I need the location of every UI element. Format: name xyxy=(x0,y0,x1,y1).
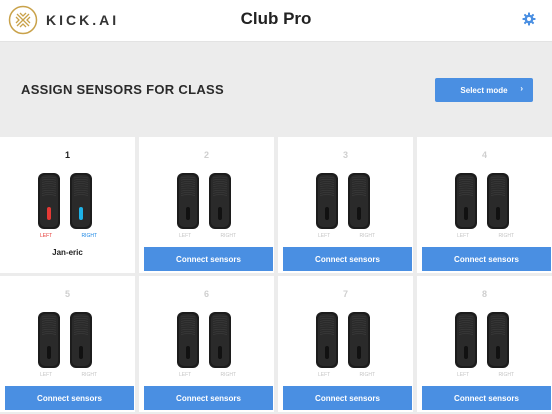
sensor-slot-8[interactable]: 8 LEFT RIGHT Connect sensors xyxy=(417,276,552,412)
right-sensor-icon xyxy=(70,312,92,368)
page-title: Club Pro xyxy=(240,9,312,28)
slot-number: 6 xyxy=(203,289,209,299)
sensor-labels: LEFT RIGHT xyxy=(174,233,238,241)
right-sensor-icon xyxy=(348,312,370,368)
sensor-slot-grid: 1 LEFT RIGHT Jan-eric 2 LEFT RIGHT Connect sens… xyxy=(0,137,552,414)
gear-icon[interactable] xyxy=(522,12,536,26)
left-sensor-icon xyxy=(455,173,477,229)
left-sensor-icon xyxy=(455,312,477,368)
sensor-labels: LEFT RIGHT xyxy=(313,372,377,380)
sensor-pair xyxy=(176,312,236,368)
right-sensor-icon xyxy=(487,312,509,368)
left-sensor-label: LEFT xyxy=(179,372,192,378)
right-sensor-label: RIGHT xyxy=(498,372,514,378)
sensor-labels: LEFT RIGHT xyxy=(452,372,516,380)
left-sensor-label: LEFT xyxy=(318,372,331,378)
sensor-slot-6[interactable]: 6 LEFT RIGHT Connect sensors xyxy=(139,276,274,412)
right-sensor-label: RIGHT xyxy=(220,233,236,239)
sensor-pair xyxy=(454,312,514,368)
sensor-pair xyxy=(315,312,375,368)
sensor-labels: LEFT RIGHT xyxy=(35,233,99,241)
assigned-user-name: Jan-eric xyxy=(52,248,83,257)
connect-sensors-button[interactable]: Connect sensors xyxy=(422,386,551,410)
sensor-slot-3[interactable]: 3 LEFT RIGHT Connect sensors xyxy=(278,137,413,273)
right-sensor-icon xyxy=(348,173,370,229)
sensor-labels: LEFT RIGHT xyxy=(452,233,516,241)
connect-sensors-button[interactable]: Connect sensors xyxy=(144,247,273,271)
right-sensor-label: RIGHT xyxy=(498,233,514,239)
left-sensor-icon xyxy=(38,312,60,368)
select-mode-button[interactable]: Select mode › xyxy=(435,78,533,102)
right-sensor-icon xyxy=(487,173,509,229)
sensor-pair xyxy=(454,173,514,229)
left-sensor-icon xyxy=(177,173,199,229)
sensor-slot-1[interactable]: 1 LEFT RIGHT Jan-eric xyxy=(0,137,135,273)
sensor-pair xyxy=(37,312,97,368)
sensor-slot-7[interactable]: 7 LEFT RIGHT Connect sensors xyxy=(278,276,413,412)
connect-sensors-button[interactable]: Connect sensors xyxy=(144,386,273,410)
app-header: KICK.AI Club Pro xyxy=(0,0,552,42)
slot-number: 2 xyxy=(203,150,209,160)
connect-sensors-button[interactable]: Connect sensors xyxy=(5,386,134,410)
sensor-labels: LEFT RIGHT xyxy=(313,233,377,241)
sensor-pair xyxy=(315,173,375,229)
left-sensor-label: LEFT xyxy=(318,233,331,239)
slot-number: 3 xyxy=(342,150,348,160)
sensor-pair xyxy=(37,173,97,229)
banner-title: ASSIGN SENSORS FOR CLASS xyxy=(21,82,224,97)
left-sensor-icon xyxy=(38,173,60,229)
right-sensor-label: RIGHT xyxy=(220,372,236,378)
chevron-right-icon: › xyxy=(520,84,523,93)
left-sensor-icon xyxy=(316,312,338,368)
right-sensor-label: RIGHT xyxy=(81,233,97,239)
assign-banner: ASSIGN SENSORS FOR CLASS Select mode › xyxy=(0,42,552,137)
right-sensor-icon xyxy=(70,173,92,229)
sensor-slot-2[interactable]: 2 LEFT RIGHT Connect sensors xyxy=(139,137,274,273)
left-sensor-icon xyxy=(177,312,199,368)
right-sensor-icon xyxy=(209,312,231,368)
slot-number: 8 xyxy=(481,289,487,299)
left-sensor-icon xyxy=(316,173,338,229)
right-sensor-label: RIGHT xyxy=(359,233,375,239)
sensor-slot-5[interactable]: 5 LEFT RIGHT Connect sensors xyxy=(0,276,135,412)
connect-sensors-button[interactable]: Connect sensors xyxy=(283,247,412,271)
connect-sensors-button[interactable]: Connect sensors xyxy=(283,386,412,410)
slot-number: 5 xyxy=(64,289,70,299)
right-sensor-label: RIGHT xyxy=(359,372,375,378)
slot-number: 7 xyxy=(342,289,348,299)
right-sensor-icon xyxy=(209,173,231,229)
right-sensor-label: RIGHT xyxy=(81,372,97,378)
connect-sensors-button[interactable]: Connect sensors xyxy=(422,247,551,271)
left-sensor-label: LEFT xyxy=(40,233,53,239)
slot-number: 4 xyxy=(481,150,487,160)
slot-number: 1 xyxy=(64,150,70,160)
left-sensor-label: LEFT xyxy=(40,372,53,378)
sensor-labels: LEFT RIGHT xyxy=(35,372,99,380)
sensor-pair xyxy=(176,173,236,229)
sensor-slot-4[interactable]: 4 LEFT RIGHT Connect sensors xyxy=(417,137,552,273)
sensor-labels: LEFT RIGHT xyxy=(174,372,238,380)
left-sensor-label: LEFT xyxy=(457,233,470,239)
left-sensor-label: LEFT xyxy=(179,233,192,239)
select-mode-label: Select mode xyxy=(460,85,508,95)
left-sensor-label: LEFT xyxy=(457,372,470,378)
